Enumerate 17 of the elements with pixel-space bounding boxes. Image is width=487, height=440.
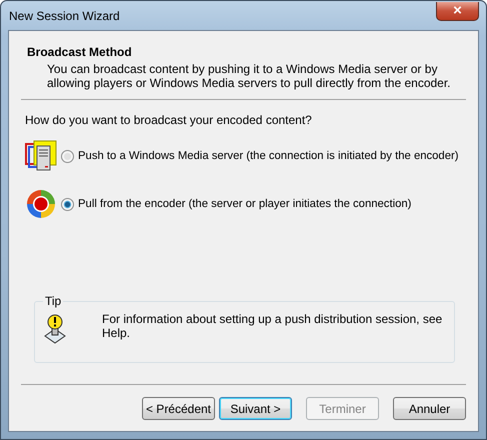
tip-text: For information about setting up a push distribution session, see Help. xyxy=(102,312,444,342)
wizard-button[interactable]: Suivant > xyxy=(219,397,292,420)
wizard-button[interactable]: Annuler xyxy=(393,397,466,420)
page-description: You can broadcast content by pushing it to a Windows Media server or by allowing players or Windows Media servers to pull directly from the encoder. xyxy=(47,62,452,90)
radio-label[interactable]: Pull from the encoder (the server or player initiates the connection) xyxy=(78,198,412,210)
player-icon xyxy=(25,188,57,220)
radio-label[interactable]: Push to a Windows Media server (the connection is initiated by the encoder) xyxy=(78,150,459,162)
radio-button[interactable] xyxy=(61,150,74,162)
question-text: How do you want to broadcast your encoded content? xyxy=(25,113,313,127)
page-title: Broadcast Method xyxy=(27,45,133,59)
lightbulb-icon xyxy=(43,314,67,344)
window-title: New Session Wizard xyxy=(8,8,120,22)
server-icon xyxy=(25,140,57,172)
wizard-button[interactable]: < Précédent xyxy=(142,397,215,420)
close-button[interactable]: × xyxy=(436,2,479,20)
radio-button[interactable] xyxy=(61,198,74,210)
group-title: Tip xyxy=(43,294,64,308)
